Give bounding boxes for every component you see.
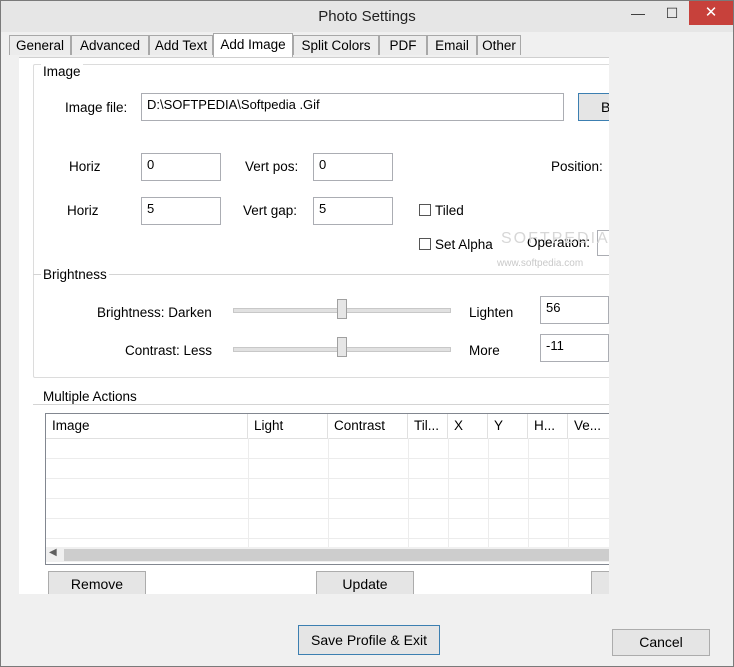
remove-button[interactable]: Remove (48, 571, 146, 594)
grid-line (248, 438, 249, 548)
vert-pos-label: Vert pos: (245, 159, 299, 174)
contrast-value-input[interactable]: -11 (540, 334, 609, 362)
maximize-icon[interactable]: ☐ (659, 1, 685, 25)
grid-line (408, 438, 409, 548)
brightness-slider-thumb[interactable] (337, 299, 347, 319)
set-alpha-label: Set Alpha (435, 237, 493, 252)
column-contrast[interactable]: Contrast (328, 414, 408, 438)
close-icon[interactable]: ✕ (689, 1, 733, 25)
tab-other[interactable]: Other (477, 35, 521, 55)
scroll-left-icon[interactable]: ◀ (49, 547, 57, 558)
grid-line (448, 438, 449, 548)
tab-split-colors[interactable]: Split Colors (293, 35, 379, 55)
brightness-darken-label: Brightness: Darken (97, 305, 212, 320)
title-bar: Photo Settings — ☐ ✕ (1, 1, 733, 32)
column-image[interactable]: Image (46, 414, 248, 438)
add-button[interactable] (591, 571, 609, 594)
image-group-title: Image (41, 64, 83, 79)
watermark-url: www.softpedia.com (497, 258, 584, 269)
window-title: Photo Settings (318, 8, 416, 25)
column-x[interactable]: X (448, 414, 488, 438)
horiz-gap-input[interactable]: 5 (141, 197, 221, 225)
tab-general[interactable]: General (9, 35, 71, 55)
table-row (46, 478, 609, 479)
tab-email[interactable]: Email (427, 35, 477, 55)
image-file-input[interactable]: D:\SOFTPEDIA\Softpedia .Gif (141, 93, 564, 121)
minimize-icon[interactable]: — (625, 1, 651, 25)
browse-button[interactable]: B (578, 93, 609, 121)
brightness-value-input[interactable]: 56 (540, 296, 609, 324)
column-horiz[interactable]: H... (528, 414, 568, 438)
update-button[interactable]: Update (316, 571, 414, 594)
tab-add-image[interactable]: Add Image (213, 33, 293, 57)
horizontal-scrollbar[interactable]: ◀ (46, 547, 609, 562)
multiple-actions-title: Multiple Actions (41, 389, 139, 404)
actions-separator (33, 404, 609, 405)
horiz-pos-input[interactable]: 0 (141, 153, 221, 181)
tiled-label: Tiled (435, 203, 464, 218)
table-row (46, 538, 609, 539)
contrast-slider-thumb[interactable] (337, 337, 347, 357)
watermark-logo: SOFTPEDIA (501, 230, 609, 247)
horiz-gap-label: Horiz (67, 203, 99, 218)
tab-add-text[interactable]: Add Text (149, 35, 213, 55)
scrollbar-thumb[interactable] (64, 549, 609, 561)
brightness-group-title: Brightness (41, 267, 109, 282)
tiled-checkbox[interactable] (419, 204, 431, 216)
column-y[interactable]: Y (488, 414, 528, 438)
position-label: Position: (551, 159, 603, 174)
horiz-pos-label: Horiz (69, 159, 101, 174)
column-vert[interactable]: Ve... (568, 414, 609, 438)
grid-line (528, 438, 529, 548)
contrast-more-label: More (469, 343, 500, 358)
table-row (46, 458, 609, 459)
vert-pos-input[interactable]: 0 (313, 153, 393, 181)
save-profile-exit-button[interactable]: Save Profile & Exit (298, 625, 440, 655)
image-file-label: Image file: (65, 100, 128, 115)
actions-list-view[interactable]: Image Light Contrast Til... X Y H... Ve.… (45, 413, 609, 565)
tab-advanced[interactable]: Advanced (71, 35, 149, 55)
table-row (46, 518, 609, 519)
column-light[interactable]: Light (248, 414, 328, 438)
tab-pdf[interactable]: PDF (379, 35, 427, 55)
grid-line (488, 438, 489, 548)
brightness-separator (33, 274, 609, 275)
add-image-page: Image Image file: D:\SOFTPEDIA\Softpedia… (19, 57, 609, 594)
photo-settings-window: Photo Settings — ☐ ✕ General Advanced Ad… (0, 0, 734, 667)
list-header: Image Light Contrast Til... X Y H... Ve.… (46, 414, 609, 439)
contrast-less-label: Contrast: Less (125, 343, 213, 358)
brightness-lighten-label: Lighten (469, 305, 514, 320)
table-row (46, 498, 609, 499)
column-tiled[interactable]: Til... (408, 414, 448, 438)
set-alpha-checkbox[interactable] (419, 238, 431, 250)
cancel-button[interactable]: Cancel (612, 629, 710, 656)
grid-line (328, 438, 329, 548)
vert-gap-input[interactable]: 5 (313, 197, 393, 225)
vert-gap-label: Vert gap: (243, 203, 298, 218)
grid-line (568, 438, 569, 548)
